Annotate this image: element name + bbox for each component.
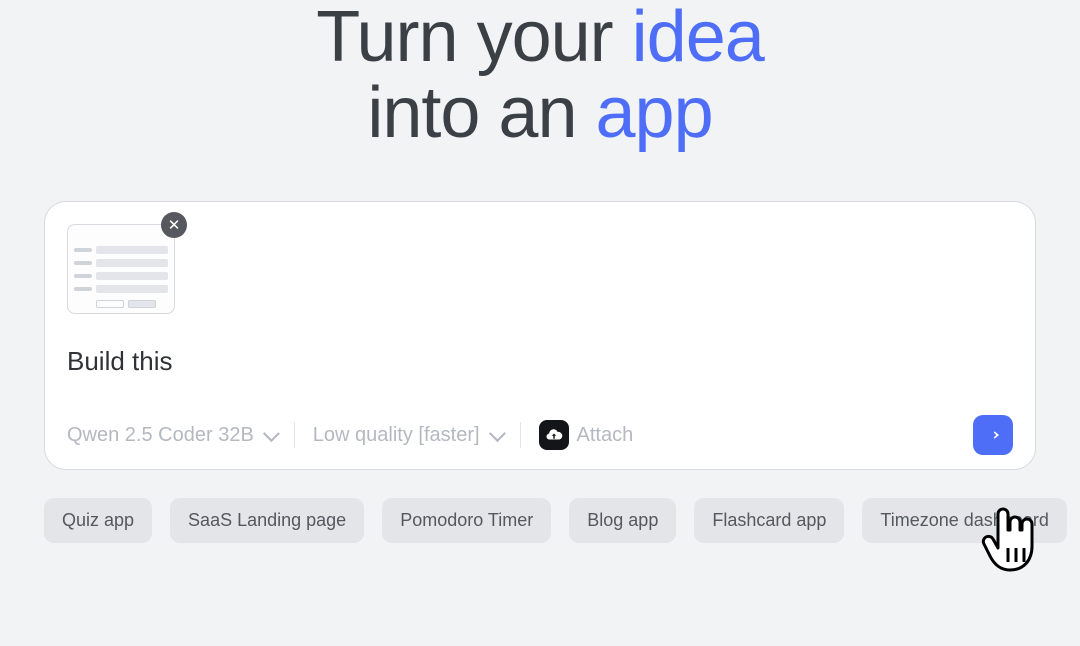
hero-line1-accent: idea: [632, 0, 764, 77]
prompt-composer: ✕ Build this Qwen 2.5 Coder 32B Low qual…: [44, 201, 1036, 470]
suggestion-chip[interactable]: Flashcard app: [694, 498, 844, 543]
model-selector-label: Qwen 2.5 Coder 32B: [67, 424, 254, 447]
remove-attachment-button[interactable]: ✕: [161, 212, 187, 238]
hero-headline: Turn your idea into an app: [0, 0, 1080, 151]
attach-button[interactable]: Attach: [539, 420, 634, 450]
arrow-right-icon: [985, 427, 1001, 443]
hero-line2-accent: app: [596, 73, 713, 153]
quality-selector[interactable]: Low quality [faster]: [313, 424, 502, 447]
quality-selector-label: Low quality [faster]: [313, 424, 480, 447]
suggestion-chip[interactable]: Quiz app: [44, 498, 152, 543]
hero-line2-pre: into an: [367, 73, 595, 153]
send-button[interactable]: [973, 415, 1013, 455]
model-selector[interactable]: Qwen 2.5 Coder 32B: [67, 424, 276, 447]
separator: [520, 422, 521, 448]
chevron-down-icon: [488, 425, 505, 442]
hero-line1-pre: Turn your: [316, 0, 631, 77]
prompt-input[interactable]: Build this: [67, 346, 1013, 377]
attach-label: Attach: [577, 424, 634, 447]
suggestion-chip[interactable]: Timezone dashboard: [862, 498, 1066, 543]
close-icon: ✕: [168, 218, 181, 233]
cloud-upload-icon: [539, 420, 569, 450]
suggestion-chip[interactable]: Pomodoro Timer: [382, 498, 551, 543]
suggestion-chip[interactable]: Blog app: [569, 498, 676, 543]
chevron-down-icon: [263, 425, 280, 442]
composer-toolbar: Qwen 2.5 Coder 32B Low quality [faster] …: [67, 415, 1013, 455]
attachment-thumbnail[interactable]: ✕: [67, 224, 175, 314]
suggestion-row: Quiz app SaaS Landing page Pomodoro Time…: [44, 498, 1036, 543]
suggestion-chip[interactable]: SaaS Landing page: [170, 498, 364, 543]
separator: [294, 422, 295, 448]
